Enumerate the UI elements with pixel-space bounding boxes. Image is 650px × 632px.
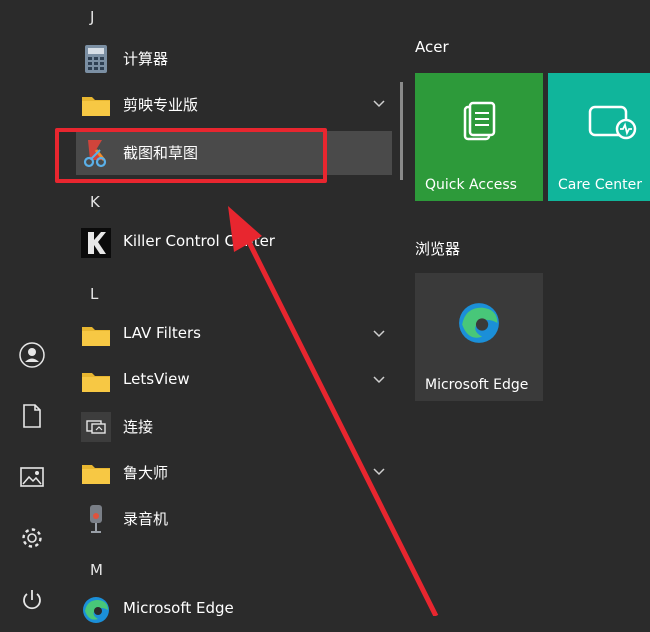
app-item-jianying-folder[interactable]: 剪映专业版 xyxy=(76,83,392,127)
app-item-calculator[interactable]: 计算器 xyxy=(76,37,392,81)
gear-icon[interactable] xyxy=(14,520,50,556)
app-label: 计算器 xyxy=(123,50,169,68)
app-item-voice-recorder[interactable]: 录音机 xyxy=(76,497,392,541)
app-item-letsview-folder[interactable]: LetsView xyxy=(76,359,392,403)
letter-header-j[interactable]: J xyxy=(90,8,94,26)
app-label: 鲁大师 xyxy=(123,464,169,482)
chevron-down-icon[interactable] xyxy=(372,465,386,479)
app-item-lav-filters-folder[interactable]: LAV Filters xyxy=(76,313,392,357)
pictures-icon[interactable] xyxy=(14,459,50,495)
chevron-down-icon[interactable] xyxy=(372,97,386,111)
edge-icon xyxy=(80,594,112,626)
app-item-killer-control-center[interactable]: Killer Control Center xyxy=(76,221,392,265)
app-item-connect[interactable]: 连接 xyxy=(76,405,392,449)
user-icon[interactable] xyxy=(14,337,50,373)
tile-microsoft-edge[interactable]: Microsoft Edge xyxy=(415,273,543,401)
app-label: Killer Control Center xyxy=(123,232,275,250)
letter-header-m[interactable]: M xyxy=(90,561,103,579)
care-center-icon xyxy=(548,73,650,173)
calculator-icon xyxy=(80,43,112,75)
letter-header-k[interactable]: K xyxy=(90,193,100,211)
chevron-down-icon[interactable] xyxy=(372,327,386,341)
connect-icon xyxy=(80,411,112,443)
app-label: LAV Filters xyxy=(123,324,201,342)
app-label: 连接 xyxy=(123,418,154,436)
voice-recorder-icon xyxy=(80,503,112,535)
app-item-ludashi-folder[interactable]: 鲁大师 xyxy=(76,451,392,495)
folder-icon xyxy=(80,457,112,489)
tile-label: Quick Access xyxy=(425,177,517,193)
app-label: 录音机 xyxy=(123,510,169,528)
document-icon[interactable] xyxy=(14,398,50,434)
tile-label: Microsoft Edge xyxy=(425,377,529,393)
app-label: Microsoft Edge xyxy=(123,599,234,617)
killer-icon xyxy=(80,227,112,259)
tile-group-acer-title[interactable]: Acer xyxy=(415,38,449,56)
app-item-microsoft-edge[interactable]: Microsoft Edge xyxy=(76,588,392,632)
quick-access-icon xyxy=(415,73,543,173)
folder-icon xyxy=(80,89,112,121)
tile-group-browser-title[interactable]: 浏览器 xyxy=(415,238,460,259)
chevron-down-icon[interactable] xyxy=(372,373,386,387)
tiles-pane: Acer Quick Access Care Center 浏览器 Micros… xyxy=(404,0,650,616)
power-icon[interactable] xyxy=(14,582,50,618)
app-label: 剪映专业版 xyxy=(123,96,199,114)
folder-icon xyxy=(80,319,112,351)
highlight-annotation-box xyxy=(55,128,327,183)
tile-label: Care Center xyxy=(558,177,642,193)
letter-header-l[interactable]: L xyxy=(90,285,98,303)
tile-care-center[interactable]: Care Center xyxy=(548,73,650,201)
folder-icon xyxy=(80,365,112,397)
start-left-rail xyxy=(0,0,64,616)
edge-icon xyxy=(415,273,543,373)
app-label: LetsView xyxy=(123,370,190,388)
tile-quick-access[interactable]: Quick Access xyxy=(415,73,543,201)
app-list-scrollbar[interactable] xyxy=(400,82,403,180)
app-list: J 计算器 剪映专业版 截图和草图 K Killer Control Cente… xyxy=(64,0,404,623)
